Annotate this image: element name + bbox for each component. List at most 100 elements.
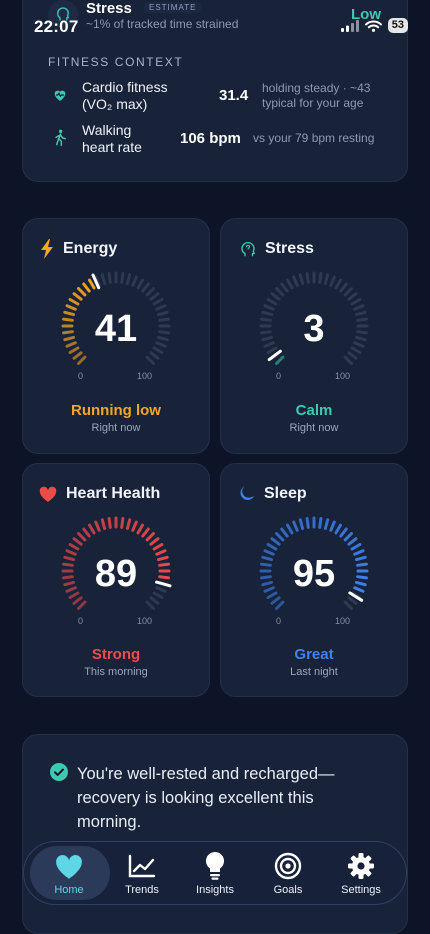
energy-gauge-min: 0 [78,371,84,381]
gauge-tick-filled [88,278,96,290]
gauge-tick-filled [343,532,353,542]
trend-chart-icon [128,854,156,878]
gauge-tick-filled [347,537,358,546]
fitness-context-heading: FITNESS CONTEXT [48,55,184,69]
gauge-tick [343,287,353,297]
gauge-tick [347,292,358,301]
gauge-tick [120,272,125,284]
stress-gauge-min: 0 [276,371,282,381]
lightning-icon [41,239,53,259]
stress-when: Right now [289,422,339,434]
sleep-when: Last night [290,666,338,678]
gauge-tick-filled [72,292,83,301]
gauge-tick-filled [350,543,362,551]
gauge-tick-filled [82,282,91,293]
gauge-tick-filled [72,537,83,546]
tab-home[interactable]: Home [34,842,104,904]
gauge-tick [149,292,160,301]
gauge-tick [152,298,164,306]
stress-header-title: Stress [86,0,132,17]
gauge-tick-filled [298,518,305,530]
gauge-tick-filled [280,527,289,538]
gauge-tick [100,273,107,285]
status-icons: 53 [340,18,408,33]
energy-when: Right now [91,422,141,434]
gauge-tick-filled [77,355,87,365]
energy-gauge-max: 100 [137,371,153,381]
moon-icon [240,486,255,500]
gauge-tick-filled [72,596,83,605]
gauge-tick-filled [292,520,299,532]
gauge-tick-filled [120,517,125,529]
gauge-tick-filled [77,600,87,610]
check-circle-icon [50,763,68,781]
gauge-tick [275,287,285,297]
gauge-tick [292,275,299,287]
gauge-tick-filled [275,355,285,365]
gauge-tick [286,278,294,290]
gauge-tick [347,351,358,360]
gauge-tick-filled [77,532,87,542]
gauge-tick-filled [94,520,101,532]
battery-indicator: 53 [387,18,408,33]
heart-health-status: Strong [91,646,141,663]
gauge-tick [343,355,353,365]
gauge-tick-filled [305,517,310,529]
gauge-tick [145,600,155,610]
gauge-tick-filled [149,537,160,546]
gauge-tick [280,282,289,293]
stress-status: Calm [295,402,333,419]
stress-card[interactable]: Stress 3 0 100 Calm Right now [220,218,408,454]
gauge-tick-filled [88,523,96,535]
gauge-tick [350,298,362,306]
gauge-tick-filled [275,600,285,610]
sleep-score: 95 [292,553,336,595]
walking-hr-note: vs your 79 bpm resting [253,131,375,145]
gauge-tick-filled [275,532,285,542]
heart-icon [39,486,57,502]
gauge-tick [141,282,150,293]
gauge-tick [318,272,323,284]
gauge-tick-filled [334,523,342,535]
heart-health-gauge-min: 0 [78,616,84,626]
sleep-card[interactable]: Sleep 95 0 100 Great Last night [220,463,408,697]
gauge-tick-filled [82,527,91,538]
gauge-tick [298,273,305,285]
tab-insights[interactable]: Insights [180,842,250,904]
gauge-tick [339,282,348,293]
heart-health-card[interactable]: Heart Health 89 0 100 Strong This mornin… [22,463,210,697]
lightbulb-icon [205,851,225,880]
gauge-tick-filled [136,523,144,535]
tab-goals[interactable]: Goals [253,842,323,904]
gauge-tick [131,275,138,287]
gauge-tick [136,278,144,290]
estimate-badge: ESTIMATE [144,2,202,13]
gear-icon [348,853,374,879]
tab-settings[interactable]: Settings [326,842,396,904]
gauge-tick-filled [125,518,132,530]
gauge-tick [107,272,112,284]
gauge-tick [347,596,358,605]
heart-health-gauge-max: 100 [137,616,153,626]
sleep-gauge-min: 0 [276,616,282,626]
wifi-icon [364,20,382,32]
gauge-tick [149,351,160,360]
tab-label: Settings [341,884,381,896]
gauge-tick [305,272,310,284]
cardio-fitness-label: Cardio fitness (VO₂ max) [82,79,168,112]
tab-trends[interactable]: Trends [107,842,177,904]
brain-head-icon [241,241,255,257]
gauge-tick [334,278,342,290]
gauge-tick [270,292,281,301]
sleep-gauge-max: 100 [335,616,351,626]
heart-icon [56,854,82,879]
energy-score: 41 [94,308,138,350]
heart-pulse-icon [54,90,66,101]
heart-health-when: This morning [84,666,148,678]
energy-card[interactable]: Energy 41 0 100 Running low Right now [22,218,210,454]
recovery-message-text: You're well-rested and recharged—recover… [77,765,335,831]
gauge-tick-filled [68,298,80,306]
cardio-fitness-value: 31.4 [219,87,249,104]
bottom-tab-bar: Home Trends Insights Goals Settings [23,841,407,905]
tab-label: Home [54,884,84,896]
